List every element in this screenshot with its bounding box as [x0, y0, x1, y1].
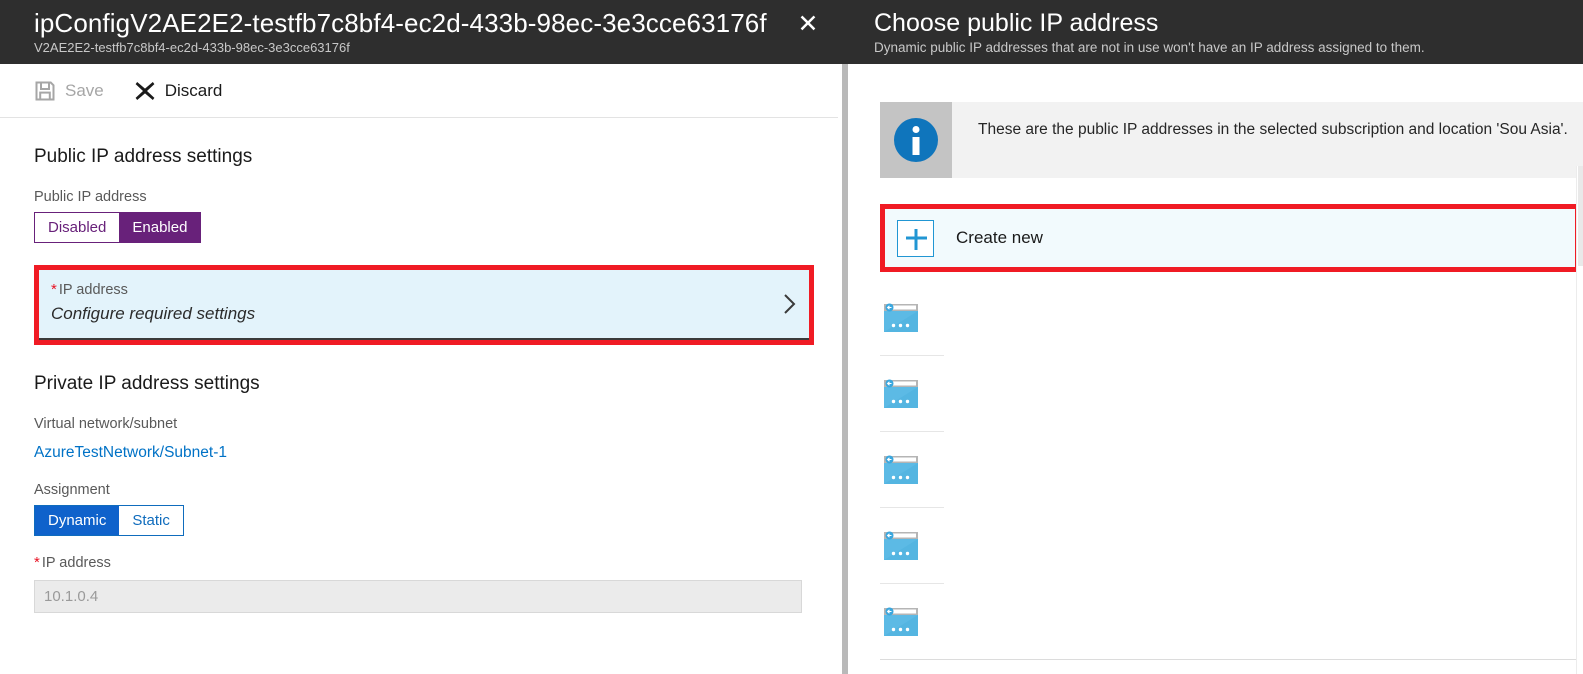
list-item[interactable] — [848, 280, 1583, 355]
virtual-network-subnet-label: Virtual network/subnet — [34, 416, 178, 432]
ip-configuration-blade: ipConfigV2AE2E2-testfb7c8bf4-ec2d-433b-9… — [0, 0, 838, 674]
right-scrollbar-thumb[interactable] — [1578, 166, 1583, 266]
assignment-toggle[interactable]: Dynamic Static — [34, 505, 184, 536]
public-ip-address-icon — [880, 373, 922, 415]
chevron-right-icon — [783, 293, 797, 315]
public-ip-address-list — [848, 280, 1583, 660]
plus-icon — [897, 219, 934, 257]
blade-toolbar: Save Discard — [0, 64, 838, 118]
list-item[interactable] — [848, 584, 1583, 659]
ip-address-label-text: IP address — [58, 282, 128, 298]
public-ip-toggle-option-enabled[interactable]: Enabled — [119, 213, 201, 242]
create-new-label: Create new — [956, 228, 1043, 247]
ip-address-picker-row[interactable]: * IP address Configure required settings — [39, 270, 809, 340]
public-ip-settings-heading: Public IP address settings — [34, 146, 253, 167]
list-item[interactable] — [848, 356, 1583, 431]
ip-address-required-label: * IP address — [51, 280, 769, 300]
virtual-network-subnet-link[interactable]: AzureTestNetwork/Subnet-1 — [34, 443, 227, 463]
public-ip-address-icon — [880, 297, 922, 339]
choose-public-ip-subtitle: Dynamic public IP addresses that are not… — [874, 40, 1425, 55]
private-ip-address-label-text: IP address — [41, 555, 111, 571]
choose-public-ip-title: Choose public IP address — [874, 9, 1159, 37]
ip-address-required-highlight: * IP address Configure required settings — [34, 265, 814, 345]
close-icon[interactable]: ✕ — [792, 8, 824, 40]
assignment-toggle-option-static[interactable]: Static — [119, 506, 183, 535]
save-button-label: Save — [65, 80, 104, 100]
list-item[interactable] — [848, 508, 1583, 583]
info-banner-text: These are the public IP addresses in the… — [978, 121, 1568, 138]
page-subtitle: V2AE2E2-testfb7c8bf4-ec2d-433b-98ec-3e3c… — [34, 40, 350, 55]
list-divider — [880, 659, 1580, 660]
divider-header-fill — [838, 0, 848, 64]
create-new-button[interactable]: Create new — [885, 209, 1575, 267]
public-ip-address-label: Public IP address — [34, 189, 147, 205]
save-button[interactable]: Save — [34, 80, 104, 102]
public-ip-toggle-option-disabled[interactable]: Disabled — [35, 213, 120, 242]
choose-public-ip-header: Choose public IP address Dynamic public … — [848, 0, 1583, 64]
blade-content: Public IP address settings Public IP add… — [0, 144, 838, 613]
discard-button[interactable]: Discard — [134, 80, 223, 102]
choose-public-ip-body: These are the public IP addresses in the… — [848, 102, 1583, 674]
private-ip-address-input[interactable] — [34, 580, 802, 613]
right-blade-scrollbar[interactable] — [1576, 166, 1583, 674]
required-asterisk: * — [51, 281, 57, 298]
info-icon-container — [880, 102, 952, 178]
public-ip-address-icon — [880, 601, 922, 643]
blade-scrollbar[interactable] — [838, 0, 848, 674]
private-ip-address-label: * IP address — [34, 554, 804, 572]
public-ip-address-icon — [880, 449, 922, 491]
info-banner: These are the public IP addresses in the… — [880, 102, 1583, 178]
private-ip-settings-heading: Private IP address settings — [34, 373, 260, 394]
public-ip-address-icon — [880, 525, 922, 567]
list-item[interactable] — [848, 432, 1583, 507]
required-asterisk: * — [34, 554, 40, 571]
save-icon — [34, 80, 56, 102]
info-circle-icon — [894, 118, 938, 162]
assignment-toggle-option-dynamic[interactable]: Dynamic — [35, 506, 120, 535]
page-title: ipConfigV2AE2E2-testfb7c8bf4-ec2d-433b-9… — [34, 8, 767, 38]
blade-header: ipConfigV2AE2E2-testfb7c8bf4-ec2d-433b-9… — [0, 0, 838, 64]
ip-address-value: Configure required settings — [51, 304, 256, 323]
discard-button-label: Discard — [164, 80, 223, 100]
screen-root: ipConfigV2AE2E2-testfb7c8bf4-ec2d-433b-9… — [0, 0, 1583, 674]
choose-public-ip-address-blade: Choose public IP address Dynamic public … — [848, 0, 1583, 674]
discard-x-icon — [134, 80, 156, 102]
create-new-highlight: Create new — [880, 204, 1580, 272]
assignment-label: Assignment — [34, 482, 110, 498]
public-ip-toggle[interactable]: Disabled Enabled — [34, 212, 202, 243]
